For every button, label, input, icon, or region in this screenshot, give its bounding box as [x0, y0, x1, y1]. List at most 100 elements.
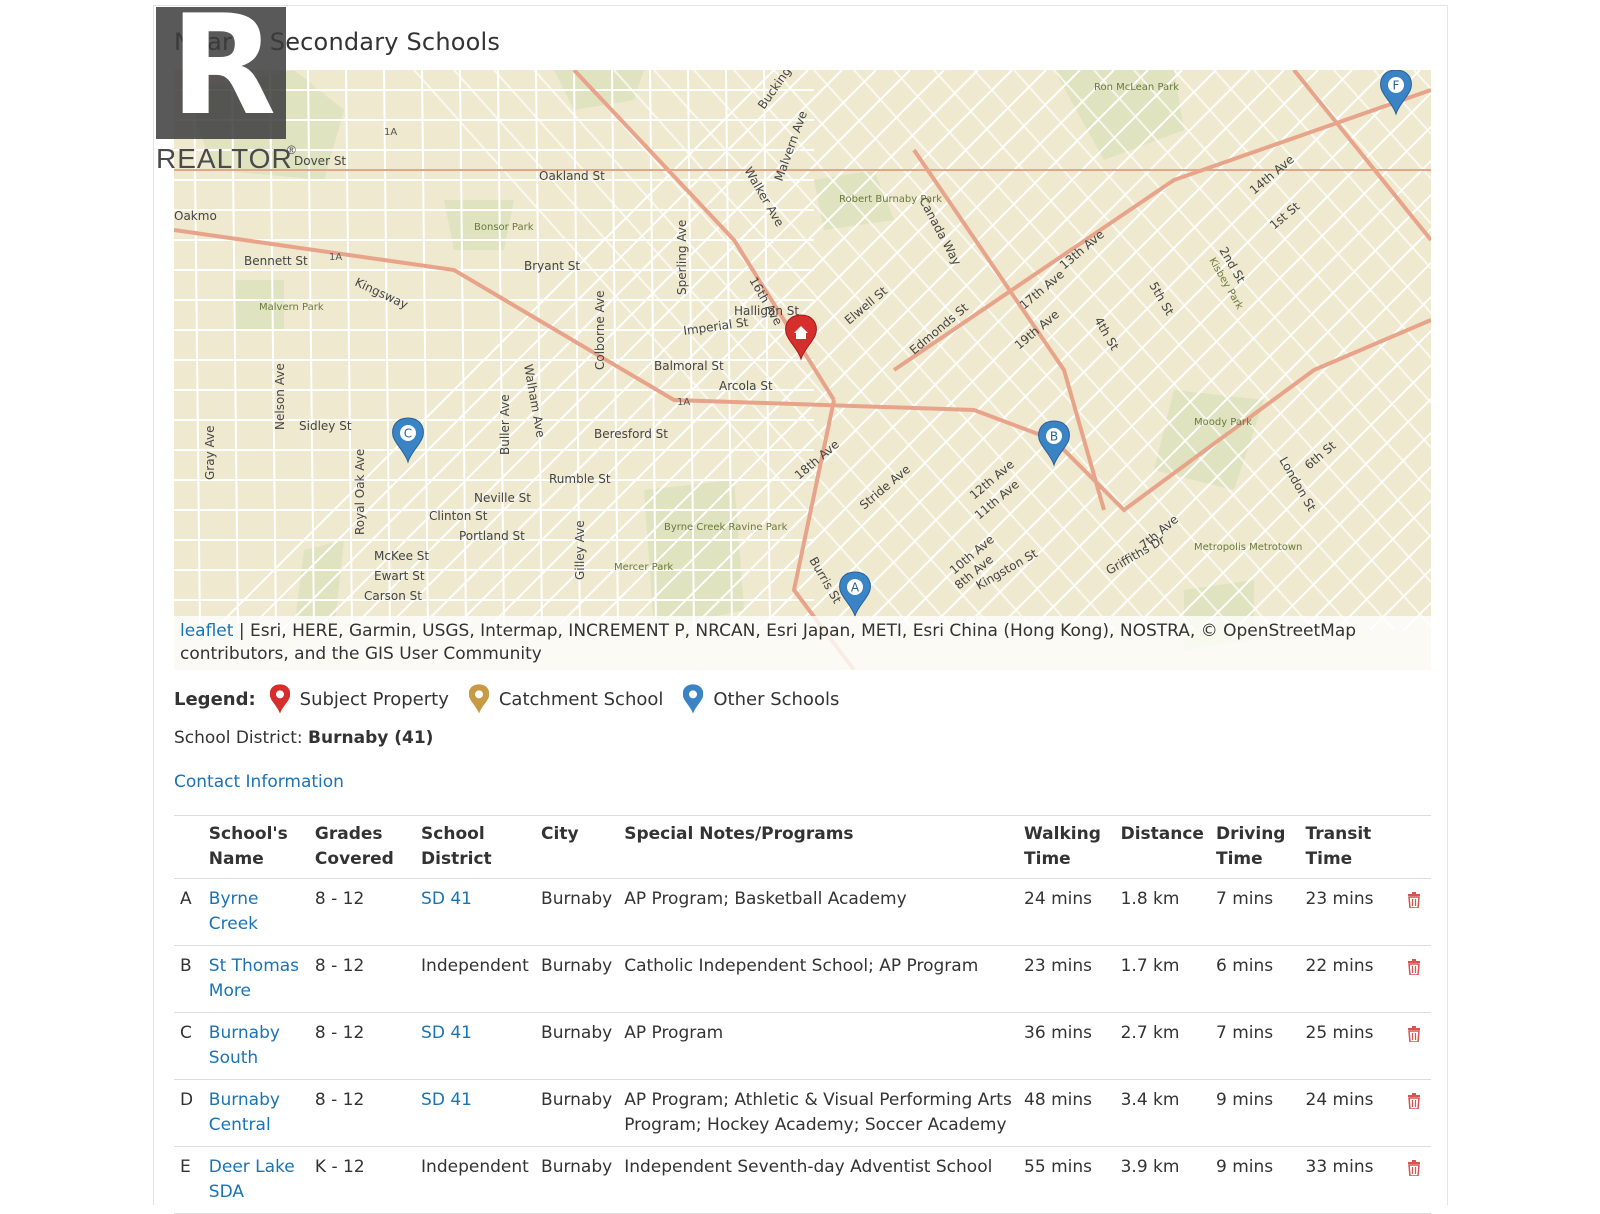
street-label: Beresford St	[594, 427, 668, 441]
street-label: Byrne Creek Ravine Park	[664, 522, 788, 533]
walking-time: 24 mins	[1018, 879, 1115, 946]
school-name-link[interactable]: Byrne Creek	[203, 879, 309, 946]
map-attribution: leaflet | Esri, HERE, Garmin, USGS, Inte…	[174, 616, 1431, 670]
remove-school-button[interactable]	[1396, 879, 1431, 946]
grades-covered: K - 12	[309, 1147, 415, 1214]
map-canvas[interactable]: Oakland StDover StBennett StBryant StKin…	[174, 70, 1431, 670]
legend-subject-text: Subject Property	[300, 689, 449, 710]
walking-time: 55 mins	[1018, 1147, 1115, 1214]
street-label: Clinton St	[429, 509, 488, 523]
trash-icon	[1407, 1094, 1421, 1114]
walking-time: 36 mins	[1018, 1013, 1115, 1080]
school-name-link[interactable]: Burnaby South	[203, 1013, 309, 1080]
street-label: Colborne Ave	[593, 290, 607, 370]
street-label: Royal Oak Ave	[353, 449, 367, 535]
header-transit: Transit Time	[1300, 816, 1397, 879]
street-label: Bennett St	[244, 254, 308, 268]
school-letter: D	[174, 1080, 203, 1147]
attribution-text: | Esri, HERE, Garmin, USGS, Intermap, IN…	[180, 621, 1356, 664]
driving-time: 9 mins	[1210, 1080, 1300, 1147]
city-cell: Burnaby	[535, 879, 618, 946]
street-label: Nelson Ave	[273, 363, 287, 430]
city-cell: Burnaby	[535, 1013, 618, 1080]
school-name-link[interactable]: Burnaby Central	[203, 1080, 309, 1147]
school-district-cell[interactable]: SD 41	[415, 1080, 535, 1147]
street-label: 1A	[384, 127, 397, 138]
street-label: Gilley Ave	[573, 520, 587, 580]
marker-b-label: B	[1050, 430, 1058, 444]
legend-item-other: Other Schools	[683, 684, 839, 714]
street-label: Robert Burnaby Park	[839, 194, 942, 205]
school-letter: C	[174, 1013, 203, 1080]
school-district: School District: Burnaby (41)	[174, 728, 433, 748]
leaflet-link[interactable]: leaflet	[180, 621, 233, 641]
header-district: School District	[415, 816, 535, 879]
street-label: Buller Ave	[498, 394, 512, 455]
header-grades: Grades Covered	[309, 816, 415, 879]
marker-c-label: C	[404, 427, 412, 441]
school-map[interactable]: Oakland StDover StBennett StBryant StKin…	[174, 70, 1431, 670]
header-letter	[174, 816, 203, 879]
trash-icon	[1407, 960, 1421, 980]
realtor-logo-box: R	[156, 7, 286, 139]
school-district-cell[interactable]: SD 41	[415, 879, 535, 946]
legend-other-text: Other Schools	[713, 689, 839, 710]
street-label: Mercer Park	[614, 562, 673, 573]
remove-school-button[interactable]	[1396, 1080, 1431, 1147]
street-label: Portland St	[459, 529, 525, 543]
city-cell: Burnaby	[535, 1080, 618, 1147]
street-label: Oakland St	[539, 169, 605, 183]
street-label: Balmoral St	[654, 359, 724, 373]
trash-icon	[1407, 1161, 1421, 1181]
street-label: Bonsor Park	[474, 222, 534, 233]
street-label: Ron McLean Park	[1094, 82, 1179, 93]
school-district-cell: Independent	[415, 1147, 535, 1214]
header-driving: Driving Time	[1210, 816, 1300, 879]
trash-icon	[1407, 1027, 1421, 1047]
trash-icon	[1407, 893, 1421, 913]
street-label: Sperling Ave	[675, 220, 689, 295]
school-name-link[interactable]: Deer Lake SDA	[203, 1147, 309, 1214]
street-label: Sidley St	[299, 419, 352, 433]
table-row: CBurnaby South8 - 12SD 41BurnabyAP Progr…	[174, 1013, 1431, 1080]
driving-time: 9 mins	[1210, 1147, 1300, 1214]
remove-school-button[interactable]	[1396, 1147, 1431, 1214]
walking-time: 23 mins	[1018, 946, 1115, 1013]
realtor-r-icon: R	[170, 0, 276, 135]
city-cell: Burnaby	[535, 1147, 618, 1214]
realtor-registered-mark: ®	[287, 143, 296, 157]
header-name: School's Name	[203, 816, 309, 879]
transit-time: 23 mins	[1300, 879, 1397, 946]
grades-covered: 8 - 12	[309, 946, 415, 1013]
transit-time: 24 mins	[1300, 1080, 1397, 1147]
distance-cell: 1.8 km	[1115, 879, 1210, 946]
realtor-logo: R REALTOR ®	[156, 7, 298, 175]
map-legend: Legend: Subject Property Catchment Schoo…	[174, 683, 859, 715]
school-district-cell[interactable]: SD 41	[415, 1013, 535, 1080]
transit-time: 25 mins	[1300, 1013, 1397, 1080]
legend-item-subject: Subject Property	[270, 684, 449, 714]
header-walking: Walking Time	[1018, 816, 1115, 879]
walking-time: 48 mins	[1018, 1080, 1115, 1147]
header-notes: Special Notes/Programs	[618, 816, 1018, 879]
grades-covered: 8 - 12	[309, 1080, 415, 1147]
transit-time: 22 mins	[1300, 946, 1397, 1013]
legend-label: Legend:	[174, 689, 256, 710]
remove-school-button[interactable]	[1396, 1013, 1431, 1080]
street-label: Gray Ave	[203, 426, 217, 481]
school-letter: E	[174, 1147, 203, 1214]
table-row: AByrne Creek8 - 12SD 41BurnabyAP Program…	[174, 879, 1431, 946]
school-name-link[interactable]: St Thomas More	[203, 946, 309, 1013]
school-pin-icon	[683, 684, 703, 714]
marker-f-label: F	[1393, 79, 1400, 93]
remove-school-button[interactable]	[1396, 946, 1431, 1013]
table-row: DBurnaby Central8 - 12SD 41BurnabyAP Pro…	[174, 1080, 1431, 1147]
transit-time: 33 mins	[1300, 1147, 1397, 1214]
street-label: Carson St	[364, 589, 422, 603]
header-distance: Distance	[1115, 816, 1210, 879]
distance-cell: 1.7 km	[1115, 946, 1210, 1013]
contact-information-link[interactable]: Contact Information	[174, 772, 344, 792]
catchment-pin-icon	[469, 684, 489, 714]
distance-cell: 2.7 km	[1115, 1013, 1210, 1080]
realtor-wordmark: REALTOR	[156, 143, 293, 175]
